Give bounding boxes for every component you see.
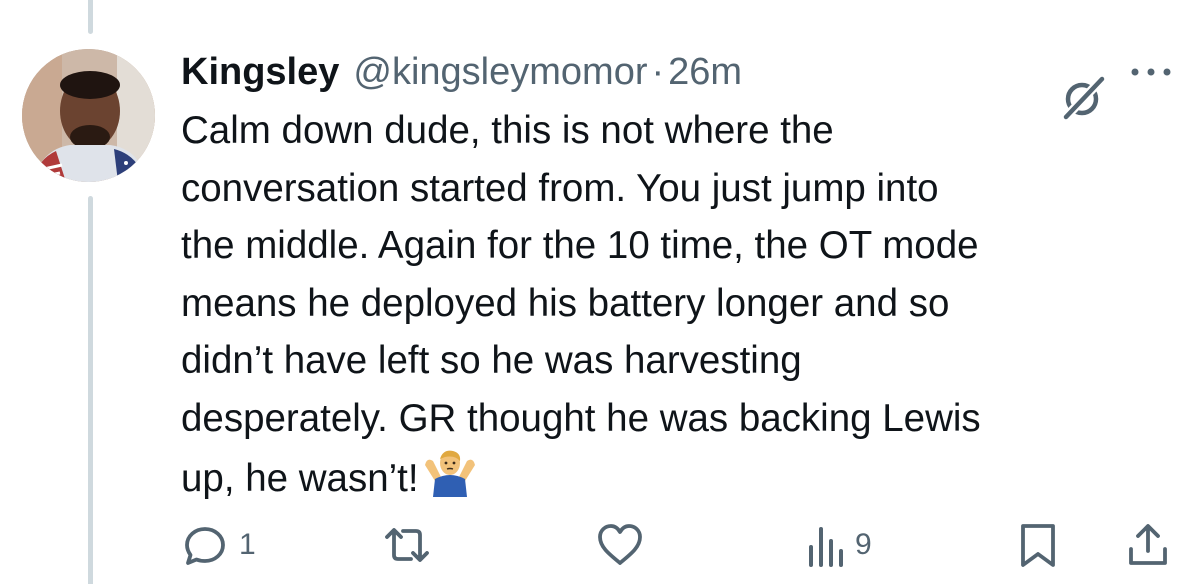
views-icon	[809, 527, 843, 567]
retweet-button[interactable]	[381, 520, 443, 570]
reply-count: 1	[239, 528, 256, 561]
tweet-text-line: the middle. Again for the 10 time, the O…	[181, 224, 979, 267]
more-icon[interactable]	[1128, 62, 1174, 82]
timestamp[interactable]: 26m	[668, 40, 742, 104]
like-button[interactable]	[595, 520, 655, 570]
tweet-text-line: Calm down dude, this is not where the	[181, 109, 834, 152]
tweet-text-line: up, he wasn’t!	[181, 457, 419, 500]
bookmark-button[interactable]	[1017, 520, 1059, 570]
man-shrugging-emoji-icon	[423, 447, 477, 514]
retweet-icon	[385, 528, 429, 562]
avatar[interactable]	[22, 49, 155, 182]
tweet-text-line: desperately. GR thought he was backing L…	[181, 396, 981, 440]
tweet-text: Calm down dude, this is not where the co…	[181, 102, 1161, 514]
share-icon	[1129, 524, 1167, 565]
reply-button[interactable]: 1	[181, 520, 256, 570]
author-name[interactable]: Kingsley	[181, 40, 339, 104]
tweet-text-line-last: up, he wasn’t!	[181, 447, 1161, 514]
reply-icon	[185, 527, 225, 565]
separator-dot: ·	[651, 51, 665, 93]
tweet-header: Kingsley @kingsleymomor · 26m	[181, 40, 1181, 104]
views-count: 9	[855, 528, 872, 561]
tweet-text-line: didn’t have left so he was harvesting	[181, 339, 802, 382]
author-handle[interactable]: @kingsleymomor	[353, 40, 647, 104]
bookmark-icon	[1021, 524, 1055, 567]
tweet-actions: 1 9	[181, 520, 1171, 570]
tweet-text-line: conversation started from. You just jump…	[181, 166, 939, 210]
views-button[interactable]: 9	[807, 520, 872, 570]
like-icon	[598, 524, 642, 565]
thread-line-top	[88, 0, 93, 34]
share-button[interactable]	[1125, 520, 1171, 570]
tweet-text-line: means he deployed his battery longer and…	[181, 281, 950, 325]
thread-line-bottom	[88, 196, 93, 584]
